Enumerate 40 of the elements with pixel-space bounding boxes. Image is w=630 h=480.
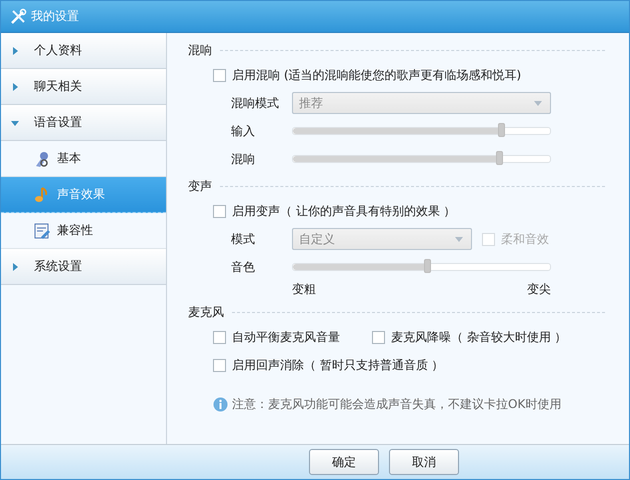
checkbox-label: 启用混响 (适当的混响能使您的歌声更有临场感和悦耳) — [232, 66, 522, 84]
tools-icon — [9, 8, 27, 26]
checkbox-label: 自动平衡麦克风音量 — [232, 328, 340, 346]
checkbox[interactable] — [372, 330, 385, 344]
checkbox-label: 麦克风降噪（ 杂音较大时使用 ） — [391, 328, 567, 346]
slider[interactable] — [292, 260, 551, 274]
max-label: 变尖 — [527, 281, 551, 298]
triangle-icon — [10, 262, 20, 272]
field-label: 混响模式 — [231, 94, 280, 112]
slider-label: 输入 — [231, 122, 256, 140]
checkbox-label: 启用变声（ 让你的声音具有特别的效果 ） — [232, 202, 456, 220]
checkbox[interactable] — [213, 204, 226, 218]
min-label: 变粗 — [292, 281, 316, 298]
sidebar-group[interactable]: 语音设置 — [1, 105, 166, 141]
caret-icon — [534, 100, 542, 106]
checkbox-label: 启用回声消除（ 暂时只支持普通音质 ） — [232, 356, 444, 374]
window-title: 我的设置 — [31, 8, 79, 25]
slider[interactable] — [292, 124, 551, 138]
slider[interactable] — [292, 152, 551, 166]
checkbox-label: 柔和音效 — [501, 230, 549, 248]
field-label: 模式 — [231, 230, 256, 248]
info-icon — [213, 396, 228, 412]
slider-label: 音色 — [231, 258, 256, 276]
dialog-button[interactable]: 确定 — [309, 449, 379, 475]
slider-label: 混响 — [231, 150, 256, 168]
checkbox[interactable] — [213, 330, 226, 344]
dialog-button[interactable]: 取消 — [389, 449, 459, 475]
sidebar-group[interactable]: 个人资料 — [1, 33, 166, 69]
note-text: 注意：麦克风功能可能会造成声音失真，不建议卡拉OK时使用 — [232, 396, 562, 412]
section-title: 变声 — [188, 178, 212, 194]
triangle-icon — [10, 82, 20, 92]
section-title: 混响 — [188, 42, 212, 58]
checkbox[interactable] — [213, 358, 226, 372]
triangle-icon — [10, 46, 20, 56]
document-pen-icon — [33, 222, 51, 240]
section-title: 麦克风 — [188, 304, 224, 320]
sidebar-group[interactable]: 聊天相关 — [1, 69, 166, 105]
caret-icon — [455, 236, 463, 242]
sidebar-group[interactable]: 系统设置 — [1, 249, 166, 285]
checkbox[interactable] — [213, 68, 226, 82]
